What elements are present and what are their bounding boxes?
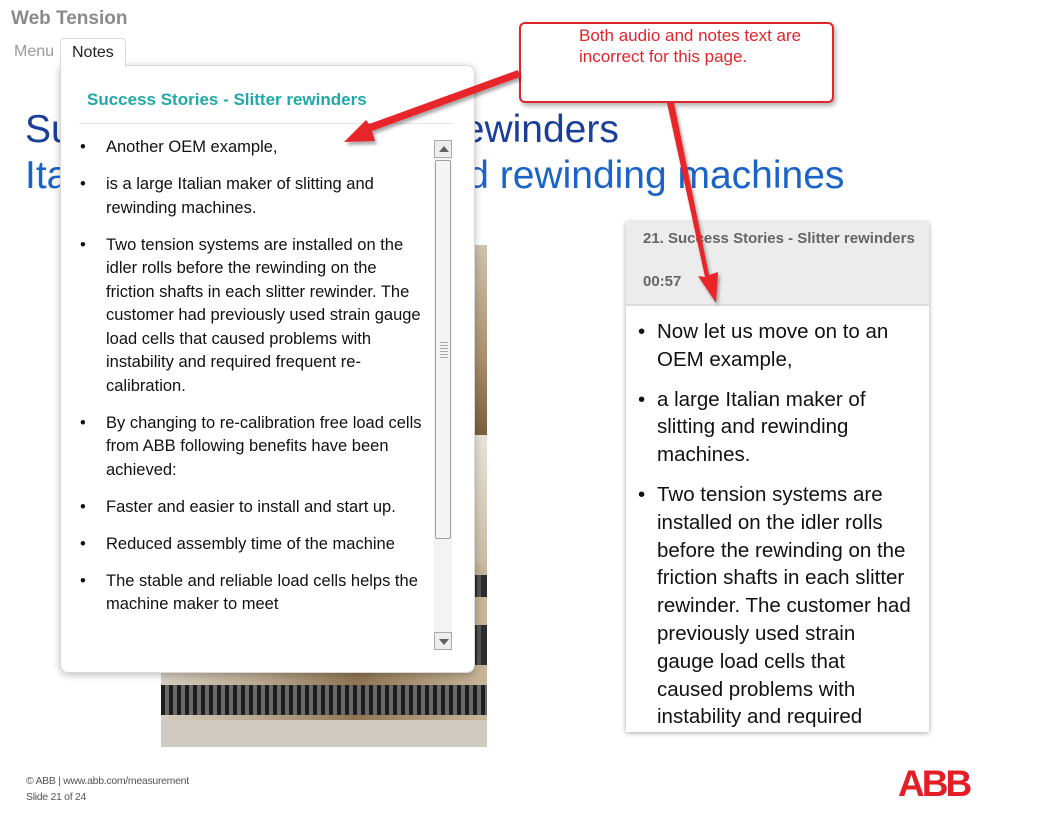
scroll-down-button[interactable] xyxy=(434,632,452,650)
scroll-up-arrow-icon xyxy=(439,146,449,152)
scroll-down-arrow-icon xyxy=(439,639,449,645)
annotation-callout: Both audio and notes text are incorrect … xyxy=(519,22,834,103)
notes-scrollbar[interactable] xyxy=(434,140,452,650)
audio-time: 00:57 xyxy=(643,273,682,290)
scroll-grip-icon xyxy=(440,342,448,360)
tab-menu[interactable]: Menu xyxy=(3,38,65,66)
footer-copyright: © ABB | www.abb.com/measurement xyxy=(26,775,189,787)
notes-item: The stable and reliable load cells helps… xyxy=(80,570,433,617)
notes-item: By changing to re-calibration free load … xyxy=(80,412,433,483)
audio-item: Now let us move on to an OEM example, xyxy=(638,318,929,374)
notes-text-area[interactable]: Another OEM example, is a large Italian … xyxy=(61,136,433,650)
audio-item: Two tension systems are installed on the… xyxy=(638,481,929,731)
tab-notes[interactable]: Notes xyxy=(60,38,126,67)
app-title: Web Tension xyxy=(11,8,128,29)
abb-logo: ABB xyxy=(898,763,972,804)
audio-item: a large Italian maker of slitting and re… xyxy=(638,386,929,469)
audio-transcript-panel: 21. Success Stories - Slitter rewinders … xyxy=(626,222,929,732)
callout-text: Both audio and notes text are incorrect … xyxy=(579,26,802,66)
audio-title: 21. Success Stories - Slitter rewinders xyxy=(643,230,915,247)
notes-item: Two tension systems are installed on the… xyxy=(80,234,433,399)
audio-text: Now let us move on to an OEM example, a … xyxy=(626,318,929,732)
audio-header: 21. Success Stories - Slitter rewinders … xyxy=(626,222,929,306)
notes-item: Another OEM example, xyxy=(80,136,433,160)
divider xyxy=(79,123,453,124)
notes-panel: Success Stories - Slitter rewinders Anot… xyxy=(60,65,475,673)
scroll-up-button[interactable] xyxy=(434,140,452,158)
slide-counter: Slide 21 of 24 xyxy=(26,791,87,803)
notes-heading: Success Stories - Slitter rewinders xyxy=(87,90,367,109)
notes-item: Faster and easier to install and start u… xyxy=(80,496,433,520)
scroll-track[interactable] xyxy=(434,158,452,632)
notes-item: is a large Italian maker of slitting and… xyxy=(80,173,433,220)
scroll-thumb[interactable] xyxy=(435,160,451,539)
notes-item: Reduced assembly time of the machine xyxy=(80,533,433,557)
